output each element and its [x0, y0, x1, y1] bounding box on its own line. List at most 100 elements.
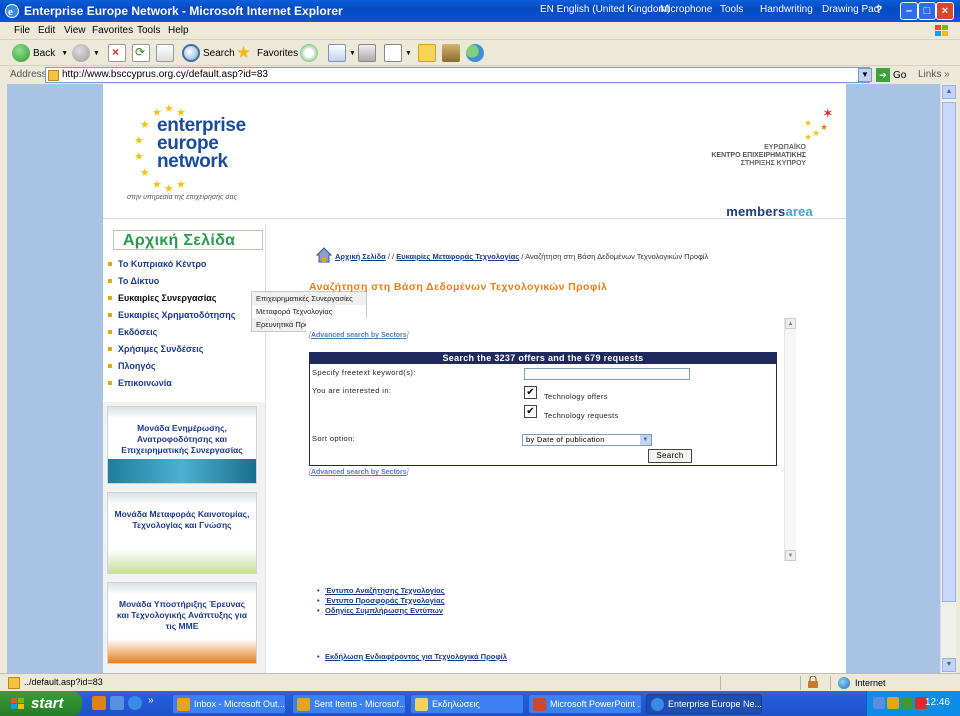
- promo-research-unit[interactable]: Μονάδα Υποστήριξης Έρευνας και Τεχνολογι…: [107, 582, 257, 664]
- window-scrollbar[interactable]: ▲ ▼: [940, 84, 956, 673]
- nav-home-title[interactable]: Αρχική Σελίδα: [123, 232, 235, 250]
- taskbar-sent-items[interactable]: Sent Items - Microsof...: [292, 694, 406, 714]
- quicklaunch-chevron-icon[interactable]: »: [148, 695, 154, 706]
- nav-item-events[interactable]: Εκδόσεις: [108, 324, 157, 340]
- nav-item-network[interactable]: Το Δίκτυο: [108, 273, 159, 289]
- nav-item-label: Το Δίκτυο: [118, 276, 160, 286]
- sort-select[interactable]: by Date of publication ▼: [522, 434, 652, 446]
- menu-tools[interactable]: Tools: [137, 25, 160, 36]
- forward-dropdown-icon[interactable]: ▼: [93, 50, 100, 57]
- taskbar-events-folder[interactable]: Εκδηλώσεις: [410, 694, 524, 714]
- address-input[interactable]: http://www.bsccyprus.org.cy/default.asp?…: [45, 67, 870, 83]
- start-button[interactable]: start: [0, 691, 82, 716]
- forward-button[interactable]: ▼: [72, 43, 100, 63]
- microphone-button[interactable]: Microphone: [660, 4, 712, 15]
- links-button[interactable]: Links »: [918, 69, 950, 80]
- link-form-instructions[interactable]: Οδηγίες Συμπλήρωσης Εντύπων: [317, 606, 443, 615]
- print-button[interactable]: [358, 43, 379, 63]
- members-area-link[interactable]: membersarea: [726, 204, 813, 219]
- taskbar-powerpoint[interactable]: Microsoft PowerPoint ...: [528, 694, 642, 714]
- nav-item-funding[interactable]: Ευκαιρίες Χρηματοδότησης: [108, 307, 235, 323]
- tools-button[interactable]: Tools: [720, 4, 743, 15]
- advanced-search-link-top[interactable]: [Advanced search by Sectors]: [309, 332, 409, 339]
- maximize-button[interactable]: □: [918, 2, 936, 20]
- stop-button[interactable]: ×: [108, 43, 129, 63]
- breadcrumb-home[interactable]: Αρχική Σελίδα: [335, 252, 386, 261]
- interest-label: You are interested in:: [312, 386, 392, 395]
- back-dropdown-icon[interactable]: ▼: [61, 50, 68, 57]
- scroll-down-icon[interactable]: ▼: [942, 658, 956, 672]
- advanced-search-link-bottom[interactable]: [Advanced search by Sectors]: [309, 469, 409, 476]
- drawing-pad-button[interactable]: Drawing Pad: [822, 4, 879, 15]
- handwriting-button[interactable]: Handwriting: [760, 4, 813, 15]
- search-button[interactable]: Search: [182, 43, 235, 63]
- address-bar: Address http://www.bsccyprus.org.cy/defa…: [0, 66, 960, 84]
- research-button[interactable]: [442, 43, 463, 63]
- nav-item-navigator[interactable]: Πλοηγός: [108, 358, 156, 374]
- tray-mail-icon[interactable]: [887, 697, 899, 709]
- frame-scroll-down-icon[interactable]: ▼: [785, 550, 796, 561]
- frame-scrollbar[interactable]: ▲ ▼: [784, 318, 796, 561]
- address-dropdown-icon[interactable]: ▼: [858, 68, 872, 82]
- enterprise-europe-network-logo[interactable]: enterprise europe network: [157, 116, 246, 171]
- refresh-button[interactable]: ⟳: [132, 43, 153, 63]
- home-button[interactable]: [156, 43, 177, 63]
- quicklaunch-outlook-icon[interactable]: [92, 696, 106, 710]
- breadcrumb-tech-transfer[interactable]: Ευκαιρίες Μεταφοράς Τεχνολογίας: [396, 252, 519, 261]
- language-bar[interactable]: EN English (United Kingdom): [540, 4, 670, 15]
- nav-item-contact[interactable]: Επικοινωνία: [108, 375, 172, 391]
- system-tray: 12:46: [866, 691, 960, 716]
- submenu-business-cooperation[interactable]: Επιχειρηματικές Συνεργασίες: [252, 292, 366, 305]
- taskbar-inbox[interactable]: Inbox - Microsoft Out...: [172, 694, 286, 714]
- edit-button[interactable]: ▼: [384, 43, 412, 63]
- scroll-thumb[interactable]: [942, 102, 956, 602]
- technology-requests-checkbox[interactable]: ✔: [524, 405, 537, 418]
- taskbar-enterprise-europe[interactable]: Enterprise Europe Ne...: [646, 694, 762, 714]
- frame-scroll-up-icon[interactable]: ▲: [785, 318, 796, 329]
- chevron-down-icon[interactable]: ▼: [640, 435, 651, 445]
- tray-antivirus-icon[interactable]: [901, 697, 913, 709]
- quicklaunch-ie-icon[interactable]: [128, 696, 142, 710]
- search-submit-button[interactable]: Search: [648, 449, 692, 463]
- scroll-up-icon[interactable]: ▲: [942, 85, 956, 99]
- status-separator: [830, 676, 831, 690]
- messenger-button[interactable]: [466, 43, 487, 63]
- favorites-button[interactable]: ★ Favorites: [236, 43, 298, 63]
- link-expression-of-interest[interactable]: Εκδήλωση Ενδιαφέροντος για Τεχνολογικά Π…: [317, 652, 507, 661]
- quicklaunch-desktop-icon[interactable]: [110, 696, 124, 710]
- help-icon[interactable]: ?: [872, 2, 886, 20]
- outlook-icon: [177, 697, 190, 711]
- window-title: Enterprise Europe Network - Microsoft In…: [24, 4, 343, 18]
- menu-view[interactable]: View: [64, 25, 86, 36]
- close-button[interactable]: ×: [936, 2, 954, 20]
- menu-file[interactable]: File: [14, 25, 30, 36]
- edit-dropdown-icon[interactable]: ▼: [405, 50, 412, 57]
- popup-blocker-icon[interactable]: [806, 676, 820, 690]
- taskbar-label: Sent Items - Microsof...: [314, 699, 406, 709]
- submenu-technology-transfer[interactable]: Μεταφορά Τεχνολογίας: [252, 305, 366, 318]
- nav-item-cooperation[interactable]: Ευκαιρίες Συνεργασίας: [108, 290, 216, 306]
- nav-item-cyprus-centre[interactable]: Το Κυπριακό Κέντρο: [108, 256, 206, 272]
- menu-edit[interactable]: Edit: [38, 25, 55, 36]
- mail-button[interactable]: ▼: [328, 43, 356, 63]
- keyword-input[interactable]: [524, 368, 690, 380]
- promo-info-unit[interactable]: Μονάδα Ενημέρωσης, Ανατροφοδότησης και Ε…: [107, 406, 257, 484]
- discuss-button[interactable]: [418, 43, 439, 63]
- link-tech-offer-form[interactable]: Έντυπο Προσφοράς Τεχνολογίας: [317, 596, 444, 605]
- link-tech-request-form[interactable]: Έντυπο Αναζήτησης Τεχνολογίας: [317, 586, 445, 595]
- mail-dropdown-icon[interactable]: ▼: [349, 50, 356, 57]
- go-button[interactable]: ➔ Go: [876, 67, 906, 83]
- minimize-button[interactable]: –: [900, 2, 918, 20]
- security-zone[interactable]: Internet: [838, 677, 886, 689]
- menu-favorites[interactable]: Favorites: [92, 25, 133, 36]
- home-icon[interactable]: [315, 246, 333, 264]
- promo-transfer-unit[interactable]: Μονάδα Μεταφοράς Καινοτομίας, Τεχνολογία…: [107, 492, 257, 574]
- tray-network-icon[interactable]: [873, 697, 885, 709]
- history-button[interactable]: [300, 43, 321, 63]
- clock[interactable]: 12:46: [925, 697, 950, 708]
- nav-item-useful-links[interactable]: Χρήσιμες Συνδέσεις: [108, 341, 203, 357]
- menu-help[interactable]: Help: [168, 25, 189, 36]
- back-button[interactable]: Back ▼: [12, 43, 68, 63]
- technology-offers-checkbox[interactable]: ✔: [524, 386, 537, 399]
- header-divider: [103, 218, 846, 219]
